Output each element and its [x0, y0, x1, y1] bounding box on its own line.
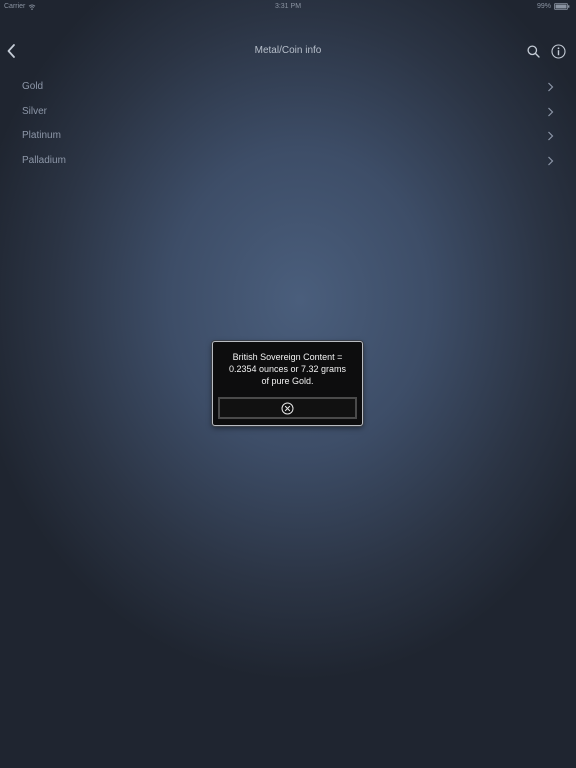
list-item-platinum[interactable]: Platinum: [0, 124, 576, 149]
alert-line: 0.2354 ounces or 7.32 grams: [228, 364, 347, 374]
status-bar: Carrier 3:31 PM 99%: [0, 0, 576, 14]
list-item-palladium[interactable]: Palladium: [0, 149, 576, 174]
chevron-right-icon: [548, 131, 554, 141]
alert-line: of pure Gold.: [261, 376, 314, 386]
metal-list: Gold Silver Platinum Palladium: [0, 75, 576, 174]
alert-close-button[interactable]: [218, 397, 357, 419]
list-item-label: Gold: [22, 81, 44, 92]
close-circle-icon: [281, 402, 294, 414]
alert-message: British Sovereign Content = 0.2354 ounce…: [219, 351, 356, 387]
info-button[interactable]: [549, 42, 567, 60]
search-button[interactable]: [524, 42, 542, 60]
list-item-label: Platinum: [22, 130, 61, 142]
navigation-bar: Metal/Coin info: [0, 36, 576, 66]
chevron-right-icon: [548, 107, 554, 117]
status-battery: 99%: [537, 3, 570, 10]
battery-icon: [554, 3, 570, 10]
alert-dialog: British Sovereign Content = 0.2354 ounce…: [212, 341, 363, 426]
list-item-gold[interactable]: Gold: [0, 75, 576, 100]
list-item-label: Silver: [22, 105, 48, 117]
info-icon: [550, 43, 566, 59]
list-item-label: Palladium: [22, 155, 66, 167]
search-icon: [526, 44, 540, 58]
alert-line: British Sovereign Content =: [232, 352, 343, 362]
status-time: 3:31 PM: [274, 3, 302, 10]
chevron-right-icon: [548, 156, 554, 166]
chevron-right-icon: [548, 82, 554, 92]
page-title: Metal/Coin info: [254, 45, 322, 56]
list-item-silver[interactable]: Silver: [0, 100, 576, 125]
battery-percent: 99%: [536, 3, 551, 10]
